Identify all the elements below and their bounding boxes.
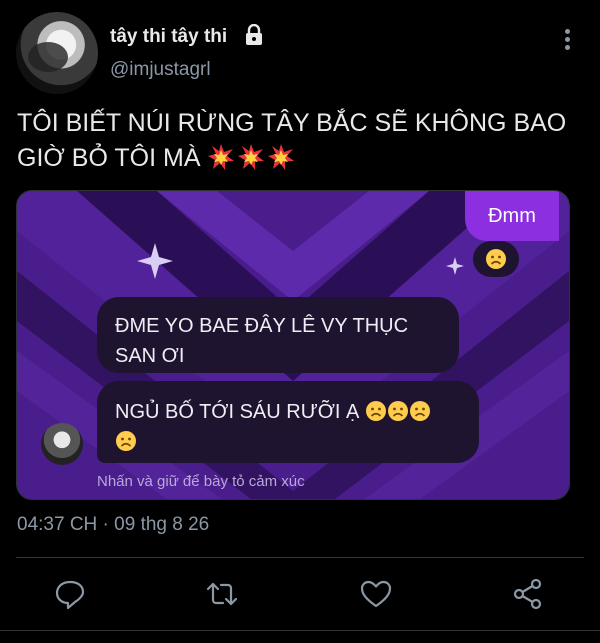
author-avatar[interactable] xyxy=(16,12,98,94)
frowning-face-emoji xyxy=(365,401,386,421)
frowning-face-emoji xyxy=(116,431,136,451)
tweet-header: tây thi tây thi @imjustagrl xyxy=(0,0,600,100)
received-message-1[interactable]: ĐME YO BAE ĐÂY LÊ VY THỤC SAN ƠI xyxy=(97,297,459,373)
author-handle[interactable]: @imjustagrl xyxy=(110,59,211,81)
frowning-face-emoji xyxy=(486,249,506,269)
collision-emoji xyxy=(208,144,235,170)
retweet-icon[interactable] xyxy=(206,578,238,610)
more-options-icon[interactable] xyxy=(556,26,578,54)
reply-icon[interactable] xyxy=(54,578,86,610)
tweet-timestamp[interactable]: 04:37 CH · 09 thg 8 26 xyxy=(17,514,209,536)
collision-emoji xyxy=(238,144,265,170)
tweet-text: TÔI BIẾT NÚI RỪNG TÂY BẮC SẼ KHÔNG BAO G… xyxy=(17,106,587,176)
sender-avatar[interactable] xyxy=(41,423,83,465)
tweet-actions xyxy=(0,572,600,618)
tweet-media-screenshot[interactable]: Đmm ĐME YO BAE ĐÂY LÊ VY THỤC SAN ƠI NGỦ… xyxy=(16,190,570,500)
divider xyxy=(16,557,584,558)
collision-emoji xyxy=(268,144,295,170)
message-reaction[interactable] xyxy=(473,241,519,277)
author-display-name[interactable]: tây thi tây thi xyxy=(110,26,227,48)
received-message-2[interactable]: NGỦ BỐ TỚI SÁU RƯỠI Ạ xyxy=(97,381,479,463)
divider xyxy=(0,630,600,631)
lock-icon xyxy=(246,24,262,45)
like-icon[interactable] xyxy=(360,578,392,610)
message-text: ĐME YO BAE ĐÂY LÊ VY THỤC SAN ƠI xyxy=(115,315,409,367)
message-text: NGỦ BỐ TỚI SÁU RƯỠI Ạ xyxy=(115,401,360,423)
frowning-face-emoji xyxy=(409,401,430,421)
frowning-face-emoji xyxy=(387,401,408,421)
my-message-bubble[interactable]: Đmm xyxy=(465,191,559,241)
share-icon[interactable] xyxy=(512,578,544,610)
reaction-hint: Nhấn và giữ để bày tỏ cảm xúc xyxy=(97,473,305,490)
